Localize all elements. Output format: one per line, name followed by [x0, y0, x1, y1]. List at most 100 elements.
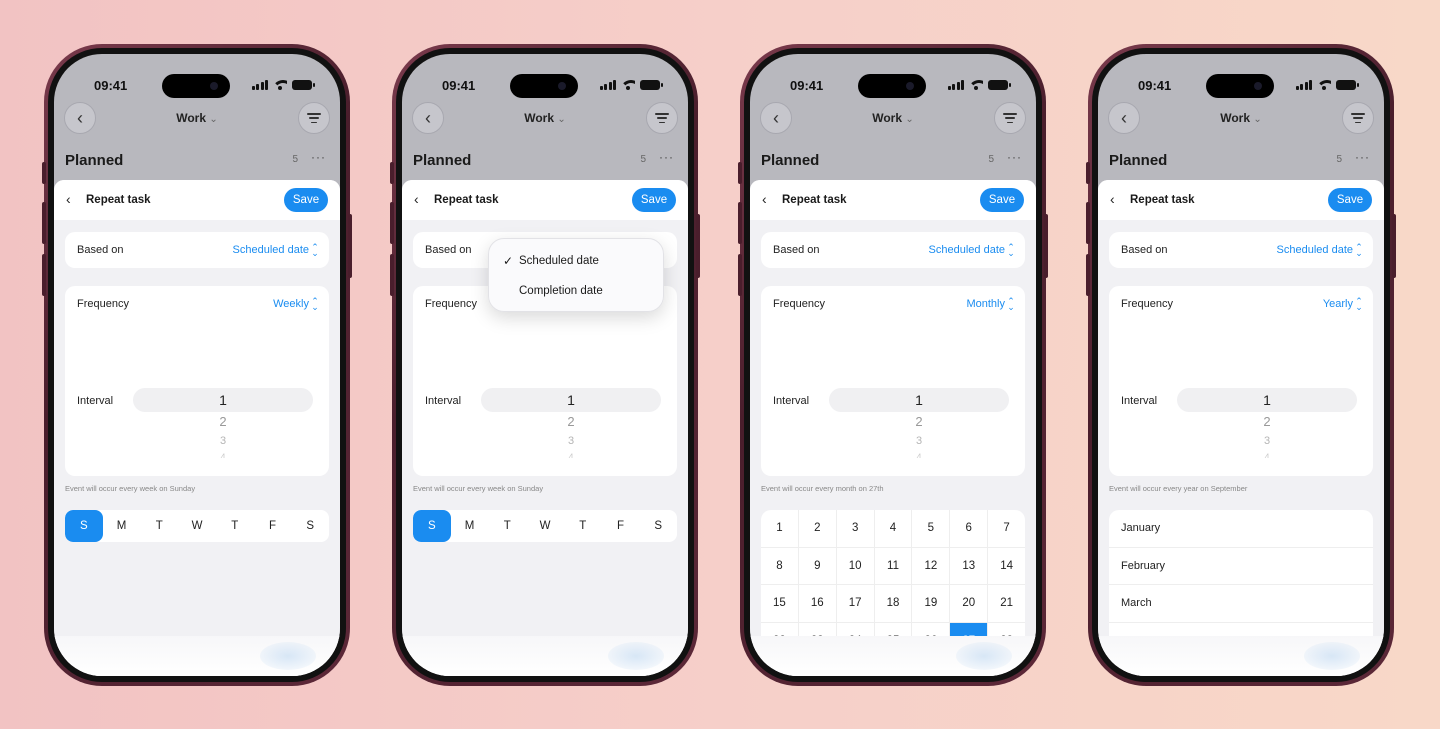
weekday-button[interactable]: W	[526, 510, 564, 542]
day-of-month-cell[interactable]: 2	[799, 510, 837, 547]
day-of-month-cell[interactable]: 20	[950, 585, 989, 622]
sheet-back-button[interactable]: ‹	[66, 191, 71, 207]
dropdown-option[interactable]: Completion date	[519, 285, 603, 297]
more-icon[interactable]: ···	[311, 150, 326, 164]
interval-option[interactable]: 1	[829, 392, 1009, 408]
weekday-button[interactable]: T	[564, 510, 602, 542]
more-icon[interactable]: ···	[659, 150, 674, 164]
day-of-month-cell[interactable]: 8	[761, 547, 799, 584]
filter-button[interactable]	[994, 102, 1026, 134]
signal-icon	[947, 80, 964, 90]
day-of-month-cell[interactable]: 9	[799, 547, 837, 584]
month-item[interactable]: February	[1109, 548, 1373, 585]
save-button[interactable]: Save	[632, 188, 676, 212]
signal-icon	[1295, 80, 1312, 90]
day-of-month-cell[interactable]: 6	[950, 510, 989, 547]
weekday-button[interactable]: M	[451, 510, 489, 542]
weekday-button[interactable]: F	[254, 510, 292, 542]
day-of-month-cell[interactable]: 18	[875, 585, 913, 622]
interval-option[interactable]: 2	[133, 414, 313, 429]
sheet-back-button[interactable]: ‹	[414, 191, 419, 207]
day-of-month-cell[interactable]: 7	[988, 510, 1025, 547]
frequency-label: Frequency	[425, 298, 477, 310]
save-button[interactable]: Save	[284, 188, 328, 212]
day-of-month-cell[interactable]: 16	[799, 585, 837, 622]
task-count: 5	[640, 154, 646, 165]
weekday-button[interactable]: F	[602, 510, 640, 542]
phone-screen: 09:41 ‹ Work ⌄ Planned 5 ··· ‹ Repeat ta…	[54, 54, 340, 676]
day-of-month-cell[interactable]: 3	[837, 510, 875, 547]
interval-option[interactable]: 3	[133, 435, 313, 447]
month-day-grid: 1234567891011121314151617181920212223242…	[761, 510, 1025, 650]
interval-option[interactable]: 2	[481, 414, 661, 429]
list-title: Work	[872, 111, 903, 125]
interval-option[interactable]: 3	[1177, 435, 1357, 447]
day-of-month-cell[interactable]: 21	[988, 585, 1025, 622]
day-of-month-cell[interactable]: 15	[761, 585, 799, 622]
day-of-month-cell[interactable]: 4	[875, 510, 913, 547]
weekday-button[interactable]: S	[413, 510, 451, 542]
interval-label: Interval	[1121, 395, 1158, 407]
based-on-row[interactable]: Based on Scheduled date ⌃⌄	[761, 232, 1025, 268]
sheet-back-button[interactable]: ‹	[762, 191, 767, 207]
based-on-label: Based on	[77, 244, 124, 256]
frequency-value[interactable]: Yearly	[1323, 298, 1353, 310]
weekday-button[interactable]: T	[488, 510, 526, 542]
dropdown-option[interactable]: Scheduled date	[519, 255, 599, 267]
weekday-button[interactable]: S	[639, 510, 677, 542]
day-of-month-cell[interactable]: 11	[875, 547, 913, 584]
filter-button[interactable]	[298, 102, 330, 134]
repeat-task-sheet: ‹ Repeat task Save Based on Scheduled da…	[402, 180, 688, 676]
more-icon[interactable]: ···	[1007, 150, 1022, 164]
weekday-button[interactable]: S	[65, 510, 103, 542]
save-button[interactable]: Save	[1328, 188, 1372, 212]
month-item[interactable]: January	[1109, 510, 1373, 548]
interval-option[interactable]: 4	[829, 452, 1009, 458]
interval-option[interactable]: 3	[481, 435, 661, 447]
based-on-row[interactable]: Based on Scheduled date ⌃⌄	[65, 232, 329, 268]
interval-option[interactable]: 1	[133, 392, 313, 408]
volume-up-button	[738, 202, 742, 244]
interval-option[interactable]: 2	[829, 414, 1009, 429]
volume-down-button	[1086, 254, 1090, 296]
based-on-value[interactable]: Scheduled date	[1277, 244, 1353, 256]
frequency-value[interactable]: Monthly	[966, 298, 1005, 310]
weekday-button[interactable]: W	[178, 510, 216, 542]
more-icon[interactable]: ···	[1355, 150, 1370, 164]
frequency-value[interactable]: Weekly	[273, 298, 309, 310]
weekday-button[interactable]: M	[103, 510, 141, 542]
list-title: Work	[1220, 111, 1251, 125]
month-item[interactable]: March	[1109, 585, 1373, 623]
weekday-button[interactable]: T	[140, 510, 178, 542]
day-of-month-cell[interactable]: 14	[988, 548, 1025, 585]
interval-option[interactable]: 1	[1177, 392, 1357, 408]
day-of-month-cell[interactable]: 10	[837, 547, 875, 584]
save-button[interactable]: Save	[980, 188, 1024, 212]
interval-option[interactable]: 3	[829, 435, 1009, 447]
day-of-month-cell[interactable]: 1	[761, 510, 799, 547]
interval-option[interactable]: 1	[481, 392, 661, 408]
day-of-month-cell[interactable]: 5	[912, 510, 951, 547]
signal-icon	[599, 80, 616, 90]
interval-option[interactable]: 2	[1177, 414, 1357, 429]
based-on-value[interactable]: Scheduled date	[233, 244, 309, 256]
weekday-button[interactable]: T	[216, 510, 254, 542]
based-on-row[interactable]: Based on Scheduled date ⌃⌄	[1109, 232, 1373, 268]
sheet-back-button[interactable]: ‹	[1110, 191, 1115, 207]
based-on-value[interactable]: Scheduled date	[929, 244, 1005, 256]
interval-label: Interval	[773, 395, 810, 407]
interval-option[interactable]: 4	[1177, 452, 1357, 458]
interval-option[interactable]: 4	[481, 452, 661, 458]
weekday-button[interactable]: S	[291, 510, 329, 542]
interval-option[interactable]: 4	[133, 452, 313, 458]
day-of-month-cell[interactable]: 12	[912, 547, 951, 584]
day-of-month-cell[interactable]: 13	[950, 547, 989, 584]
day-of-month-cell[interactable]: 17	[837, 585, 875, 622]
filter-button[interactable]	[1342, 102, 1374, 134]
page-title: Planned	[65, 152, 124, 169]
day-of-month-cell[interactable]: 19	[912, 585, 951, 622]
task-count: 5	[988, 154, 994, 165]
phone-screen: 09:41 ‹ Work ⌄ Planned 5 ··· ‹ Repeat ta…	[750, 54, 1036, 676]
battery-icon	[988, 80, 1011, 90]
filter-button[interactable]	[646, 102, 678, 134]
